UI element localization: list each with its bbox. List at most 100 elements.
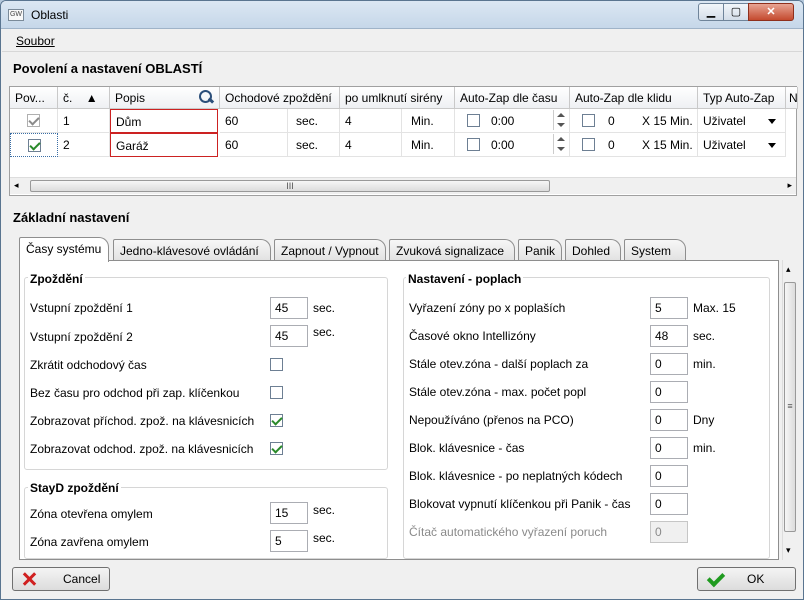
row-type-select[interactable]: Uživatel xyxy=(703,114,746,128)
search-icon[interactable] xyxy=(198,89,214,105)
bypass-after-alarms-unit: Max. 15 xyxy=(693,301,736,315)
row-time-spinner[interactable] xyxy=(553,134,567,154)
tab-supervision[interactable]: Dohled xyxy=(565,239,621,261)
keypad-block-time-input[interactable]: 0 xyxy=(650,437,688,459)
keypad-block-codes-input[interactable]: 0 xyxy=(650,465,688,487)
row-after-siren-input[interactable]: 4 xyxy=(340,133,402,157)
row-desc-input[interactable]: Dům xyxy=(110,109,218,133)
row-idle-unit: X 15 Min. xyxy=(642,114,693,128)
panel-vertical-scrollbar[interactable]: ▴ ≡ ▾ xyxy=(782,260,797,560)
row-idle-checkbox[interactable] xyxy=(582,138,595,151)
intellizone-window-input[interactable]: 48 xyxy=(650,325,688,347)
row-exit-unit: sec. xyxy=(288,133,340,157)
scroll-up-icon[interactable]: ▴ xyxy=(786,264,791,275)
unused-pco-unit: Dny xyxy=(693,413,715,427)
shorten-exit-label: Zkrátit odchodový čas xyxy=(30,358,147,372)
cancel-label: Cancel xyxy=(63,572,101,586)
row-time-spinner[interactable] xyxy=(553,110,567,130)
row-type-select[interactable]: Uživatel xyxy=(703,138,746,152)
sort-asc-icon: ▲ xyxy=(85,91,98,105)
row-idle-checkbox[interactable] xyxy=(582,114,595,127)
show-entry-delay-checkbox[interactable] xyxy=(270,414,283,427)
col-header-more[interactable]: N xyxy=(786,87,798,109)
chevron-down-icon[interactable] xyxy=(768,119,776,124)
col-header-auto-type[interactable]: Typ Auto-Zap xyxy=(698,87,786,109)
row-after-siren-input[interactable]: 4 xyxy=(340,109,402,133)
scroll-right-icon[interactable]: ▸ xyxy=(787,180,792,191)
entry-delay-2-input[interactable]: 45 xyxy=(270,325,308,347)
row-number: 2 xyxy=(58,133,110,157)
entry-delay-1-input[interactable]: 45 xyxy=(270,297,308,319)
col-header-after-siren[interactable]: po umlknutí sirény xyxy=(340,87,455,109)
bypass-after-alarms-input[interactable]: 5 xyxy=(650,297,688,319)
col-header-number[interactable]: č. ▲ xyxy=(58,87,110,109)
ok-button[interactable]: OK xyxy=(697,567,796,591)
col-header-auto-idle[interactable]: Auto-Zap dle klidu xyxy=(570,87,698,109)
row-enabled-checkbox[interactable] xyxy=(27,114,40,127)
keypad-block-time-unit: min. xyxy=(693,441,716,455)
row-idle-value[interactable]: 0 xyxy=(608,114,615,128)
cancel-button[interactable]: Cancel xyxy=(12,567,110,591)
open-zone-max-alarms-input[interactable]: 0 xyxy=(650,381,688,403)
col-header-desc[interactable]: Popis xyxy=(110,87,220,109)
row-time-value[interactable]: 0:00 xyxy=(491,138,514,152)
zone-open-input[interactable]: 15 xyxy=(270,502,308,524)
zone-closed-unit: sec. xyxy=(313,531,336,545)
show-entry-delay-label: Zobrazovat příchod. zpož. na klávesnicíc… xyxy=(30,414,255,428)
intellizone-window-unit: sec. xyxy=(693,329,716,343)
tab-system[interactable]: System xyxy=(624,239,686,261)
tab-arm-disarm[interactable]: Zapnout / Vypnout xyxy=(274,239,386,261)
close-button[interactable]: ✕ xyxy=(748,3,794,21)
row-idle-unit: X 15 Min. xyxy=(642,138,693,152)
row-exit-delay-input[interactable]: 60 xyxy=(220,109,288,133)
tab-system-times[interactable]: Časy systému xyxy=(19,237,109,262)
row-time-checkbox[interactable] xyxy=(467,114,480,127)
grid-horizontal-scrollbar[interactable]: ◂ III ▸ xyxy=(10,177,796,194)
intellizone-window-label: Časové okno Intellizóny xyxy=(409,329,536,343)
unused-pco-input[interactable]: 0 xyxy=(650,409,688,431)
stayd-group-title: StayD zpoždění xyxy=(28,481,121,495)
minimize-button[interactable]: ▁ xyxy=(698,3,724,21)
scroll-down-icon[interactable]: ▾ xyxy=(786,545,791,556)
auto-bypass-counter-input: 0 xyxy=(650,521,688,543)
delay-group-title: Zpoždění xyxy=(28,272,85,286)
grid-scroll-thumb[interactable]: III xyxy=(30,180,550,192)
shorten-exit-checkbox[interactable] xyxy=(270,358,283,371)
keypad-block-time-label: Blok. klávesnice - čas xyxy=(409,441,525,455)
row-enabled-checkbox[interactable] xyxy=(28,139,41,152)
no-exit-keyfob-checkbox[interactable] xyxy=(270,386,283,399)
zone-closed-input[interactable]: 5 xyxy=(270,530,308,552)
row-desc-input[interactable]: Garáž xyxy=(110,133,218,157)
show-exit-delay-checkbox[interactable] xyxy=(270,442,283,455)
zone-open-unit: sec. xyxy=(313,503,336,517)
block-keyfob-panic-input[interactable]: 0 xyxy=(650,493,688,515)
show-exit-delay-label: Zobrazovat odchod. zpož. na klávesnicích xyxy=(30,442,254,456)
maximize-button[interactable]: ▢ xyxy=(723,3,749,21)
row-idle-value[interactable]: 0 xyxy=(608,138,615,152)
scroll-left-icon[interactable]: ◂ xyxy=(14,180,19,191)
app-icon: GW xyxy=(8,9,24,21)
zone-open-label: Zóna otevřena omylem xyxy=(30,507,153,521)
menu-file[interactable]: Soubor xyxy=(16,34,55,48)
row-exit-delay-input[interactable]: 60 xyxy=(220,133,288,157)
row-time-checkbox[interactable] xyxy=(467,138,480,151)
alarm-group-title: Nastavení - poplach xyxy=(406,272,524,286)
col-header-enabled[interactable]: Pov... xyxy=(10,87,58,109)
row-time-value[interactable]: 0:00 xyxy=(491,114,514,128)
open-zone-next-alarm-input[interactable]: 0 xyxy=(650,353,688,375)
block-keyfob-panic-label: Blokovat vypnutí klíčenkou při Panik - č… xyxy=(409,497,631,511)
menu-bar: Soubor xyxy=(2,30,802,52)
tab-panic[interactable]: Panik xyxy=(518,239,562,261)
ok-label: OK xyxy=(747,572,765,586)
section-title-basic: Základní nastavení xyxy=(13,210,130,225)
col-header-auto-time[interactable]: Auto-Zap dle času xyxy=(455,87,570,109)
col-header-exit-delay[interactable]: Ochodové zpoždění xyxy=(220,87,340,109)
title-bar: GW Oblasti ▁ ▢ ✕ xyxy=(1,1,803,29)
panel-scroll-thumb[interactable]: ≡ xyxy=(784,282,796,532)
bypass-after-alarms-label: Vyřazení zóny po x poplaších xyxy=(409,301,566,315)
no-exit-keyfob-label: Bez času pro odchod při zap. klíčenkou xyxy=(30,386,240,400)
tab-one-key[interactable]: Jedno-klávesové ovládání xyxy=(113,239,271,261)
tab-sound[interactable]: Zvuková signalizace xyxy=(389,239,515,261)
unused-pco-label: Nepoužíváno (přenos na PCO) xyxy=(409,413,574,427)
chevron-down-icon[interactable] xyxy=(768,143,776,148)
